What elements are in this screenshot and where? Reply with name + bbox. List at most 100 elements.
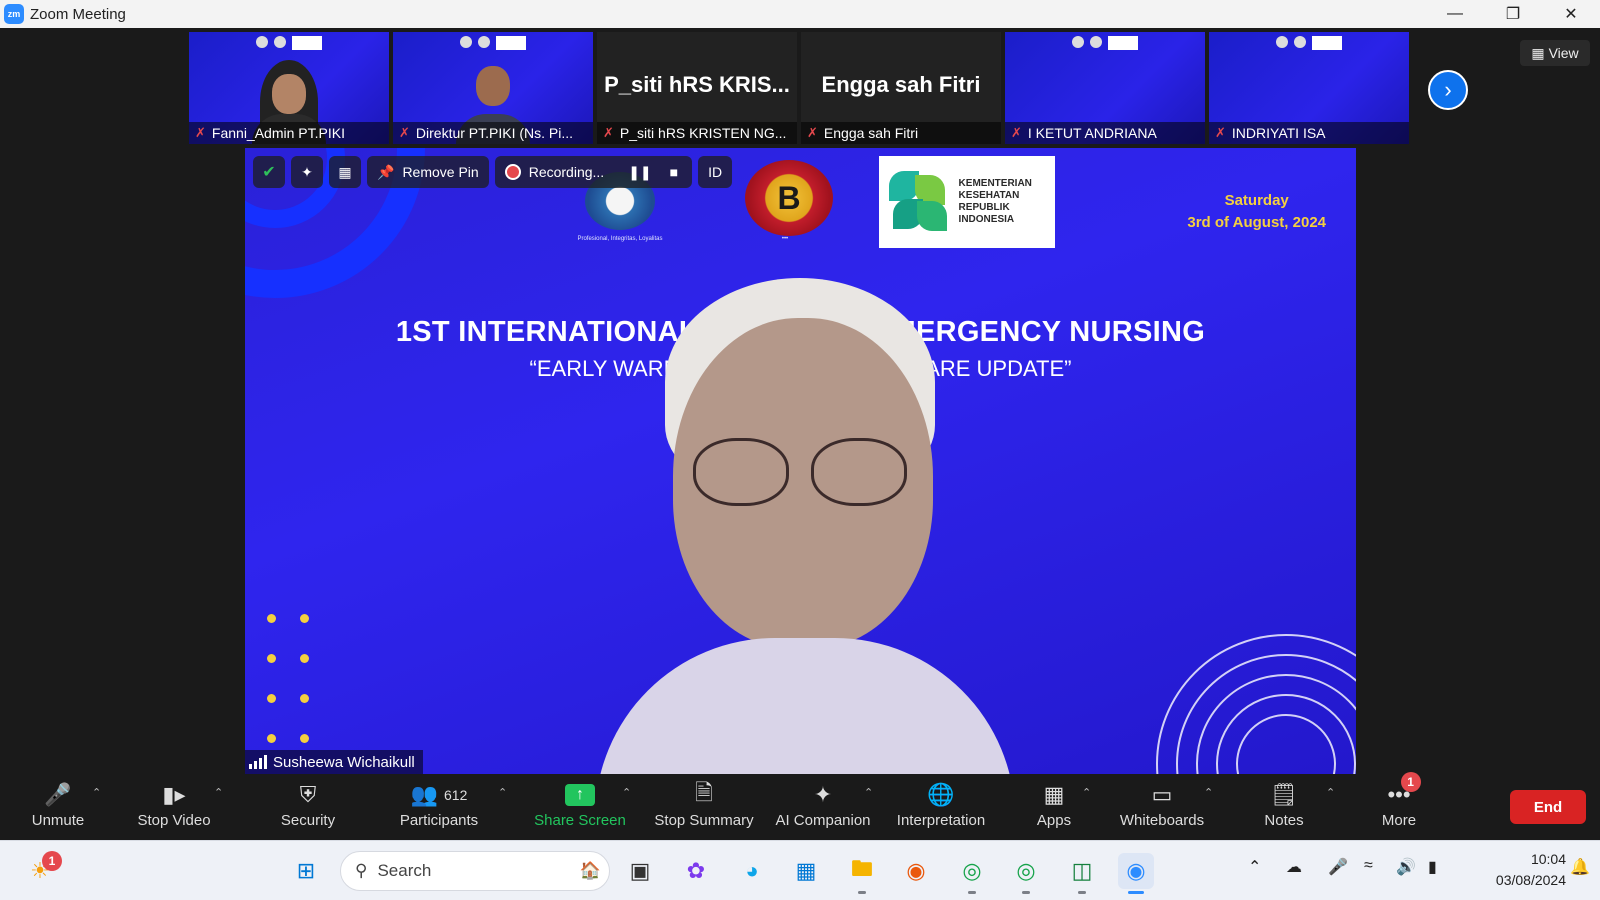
- edge-browser-icon[interactable]: ◕: [734, 853, 770, 889]
- people-icon: 👥: [410, 782, 439, 807]
- notifications-icon[interactable]: 🔔: [1570, 857, 1590, 877]
- stop-summary-button[interactable]: 🗎 Stop Summary: [652, 780, 756, 829]
- shield-icon: ⛨: [299, 782, 317, 807]
- participants-button[interactable]: 👥 612 Participants: [396, 780, 482, 829]
- notes-options-caret[interactable]: ⌃: [1326, 786, 1335, 799]
- kemenkes-mark-icon: [889, 171, 949, 233]
- tray-overflow-icon[interactable]: ⌃: [1248, 857, 1261, 877]
- gallery-grid-icon[interactable]: ▦: [329, 156, 361, 188]
- wifi-icon[interactable]: ≈: [1364, 857, 1373, 875]
- volume-icon[interactable]: 🔊: [1396, 857, 1416, 877]
- signal-bars-icon: [249, 755, 267, 769]
- share-options-caret[interactable]: ⌃: [622, 786, 631, 799]
- windows-start-icon[interactable]: ⊞: [288, 853, 324, 889]
- apps-options-caret[interactable]: ⌃: [1082, 786, 1091, 799]
- participant-tile[interactable]: ✗ Fanni_Admin PT.PIKI: [189, 32, 389, 144]
- store-icon[interactable]: ▦: [788, 853, 824, 889]
- meeting-area: ✗ Fanni_Admin PT.PIKI ✗ Direktur PT.PIKI…: [0, 28, 1600, 774]
- window-controls: — ❐ ✕: [1426, 0, 1600, 28]
- muted-mic-icon: ✗: [1011, 125, 1022, 140]
- logo-caption: Profesional, Integritas, Loyalitas: [577, 236, 663, 242]
- chevron-right-icon: ›: [1444, 77, 1452, 102]
- encryption-shield-icon[interactable]: ✔: [253, 156, 285, 188]
- globe-icon: 🌐: [927, 782, 955, 807]
- participant-tile[interactable]: ✗ I KETUT ANDRIANA: [1005, 32, 1205, 144]
- stop-recording-icon[interactable]: ■: [670, 164, 678, 180]
- search-highlight-icon: 🏠: [579, 861, 601, 880]
- participant-big-name: Engga sah Fitri: [821, 72, 981, 97]
- participant-name: I KETUT ANDRIANA: [1027, 125, 1157, 141]
- kemenkes-logo: KEMENTERIAN KESEHATAN REPUBLIK INDONESIA: [879, 156, 1055, 248]
- muted-mic-icon: ✗: [603, 125, 614, 140]
- muted-mic-icon: 🎤: [44, 782, 72, 807]
- view-button[interactable]: ▦ View: [1520, 40, 1590, 66]
- chrome-icon[interactable]: ◎: [1008, 853, 1044, 894]
- muted-mic-icon: ✗: [1215, 125, 1226, 140]
- minimize-icon[interactable]: —: [1426, 0, 1484, 28]
- participant-count: 612: [444, 787, 468, 803]
- search-icon: ⚲: [355, 861, 368, 880]
- window-titlebar: zm Zoom Meeting — ❐ ✕: [0, 0, 1600, 28]
- active-speaker-video[interactable]: Profesional, Integritas, Loyalitas B •••…: [245, 148, 1356, 774]
- more-badge: 1: [1400, 772, 1421, 792]
- slide-logos: [1005, 36, 1205, 54]
- participant-tile[interactable]: ✗ Direktur PT.PIKI (Ns. Pi...: [393, 32, 593, 144]
- os-taskbar: ☀ 1 ⊞ ⚲ Search 🏠 ▣ ✿ ◕ ▦ 🖿 ◉ ◎ ◎ ◫ ◉ ⌃ ☁…: [0, 840, 1600, 900]
- copilot-icon[interactable]: ✿: [678, 853, 714, 889]
- taskbar-search[interactable]: ⚲ Search 🏠: [340, 851, 610, 891]
- video-options-caret[interactable]: ⌃: [214, 786, 223, 799]
- participant-name: P_siti hRS KRISTEN NG...: [619, 125, 787, 141]
- more-button[interactable]: ••• 1 More: [1378, 772, 1421, 829]
- clock-time: 10:04: [1530, 851, 1566, 867]
- chrome-profile-icon[interactable]: ◎: [954, 853, 990, 894]
- unmute-button[interactable]: 🎤 Unmute: [28, 780, 88, 829]
- notes-icon: 🗒: [1270, 782, 1298, 807]
- participants-options-caret[interactable]: ⌃: [498, 786, 507, 799]
- recording-indicator[interactable]: Recording... ❚❚ ■: [494, 156, 693, 188]
- slide-logos: [189, 36, 389, 54]
- battery-icon[interactable]: ▮: [1428, 857, 1437, 877]
- share-screen-button[interactable]: ↑ Share Screen: [534, 780, 626, 829]
- remove-pin-button[interactable]: 📌 Remove Pin: [367, 156, 489, 188]
- ai-sparkle-icon[interactable]: ✦: [291, 156, 323, 188]
- notes-button[interactable]: 🗒 Notes: [1262, 780, 1306, 829]
- security-button[interactable]: ⛨ Security: [276, 780, 340, 829]
- meeting-id-button[interactable]: ID: [698, 156, 733, 188]
- system-clock[interactable]: 10:04 03/08/2024: [1466, 849, 1566, 891]
- firefox-icon[interactable]: ◉: [898, 853, 934, 889]
- next-page-button[interactable]: ›: [1428, 70, 1468, 110]
- interpretation-button[interactable]: 🌐 Interpretation: [892, 780, 990, 829]
- summary-icon: 🗎: [695, 780, 713, 805]
- grid-icon: ▦: [1531, 44, 1545, 61]
- ai-options-caret[interactable]: ⌃: [864, 786, 873, 799]
- widgets-icon[interactable]: ☀ 1: [22, 851, 62, 889]
- participant-tile[interactable]: Engga sah Fitri ✗ Engga sah Fitri: [801, 32, 1001, 144]
- whiteboards-options-caret[interactable]: ⌃: [1204, 786, 1213, 799]
- apps-button[interactable]: ▦ Apps: [1034, 780, 1074, 829]
- excel-icon[interactable]: ◫: [1064, 853, 1100, 894]
- accreditation-logo: B: [745, 160, 833, 236]
- ai-companion-button[interactable]: ✦ AI Companion: [774, 780, 872, 829]
- speaker-figure: [595, 278, 1015, 774]
- onedrive-icon[interactable]: ☁: [1286, 857, 1302, 877]
- end-meeting-button[interactable]: End: [1510, 790, 1586, 824]
- participant-strip: ✗ Fanni_Admin PT.PIKI ✗ Direktur PT.PIKI…: [189, 32, 1409, 144]
- close-icon[interactable]: ✕: [1542, 0, 1600, 28]
- participant-tile[interactable]: P_siti hRS KRIS... ✗ P_siti hRS KRISTEN …: [597, 32, 797, 144]
- microphone-icon[interactable]: 🎤: [1328, 857, 1348, 877]
- audio-options-caret[interactable]: ⌃: [92, 786, 101, 799]
- stop-video-button[interactable]: ▮▸ Stop Video: [134, 780, 214, 829]
- kemenkes-text: KEMENTERIAN KESEHATAN REPUBLIK INDONESIA: [958, 178, 1032, 225]
- participant-tile[interactable]: ✗ INDRIYATI ISA: [1209, 32, 1409, 144]
- whiteboard-icon: ▭: [1151, 782, 1173, 807]
- whiteboards-button[interactable]: ▭ Whiteboards: [1118, 780, 1206, 829]
- zoom-taskbar-icon[interactable]: ◉: [1118, 853, 1154, 894]
- pause-recording-icon[interactable]: ❚❚: [628, 164, 651, 181]
- window-title: Zoom Meeting: [30, 5, 126, 23]
- muted-mic-icon: ✗: [195, 125, 206, 140]
- file-explorer-icon[interactable]: 🖿: [844, 853, 880, 894]
- task-view-icon[interactable]: ▣: [622, 853, 658, 889]
- restore-icon[interactable]: ❐: [1484, 0, 1542, 28]
- apps-icon: ▦: [1043, 782, 1065, 807]
- participant-name: Direktur PT.PIKI (Ns. Pi...: [415, 125, 574, 141]
